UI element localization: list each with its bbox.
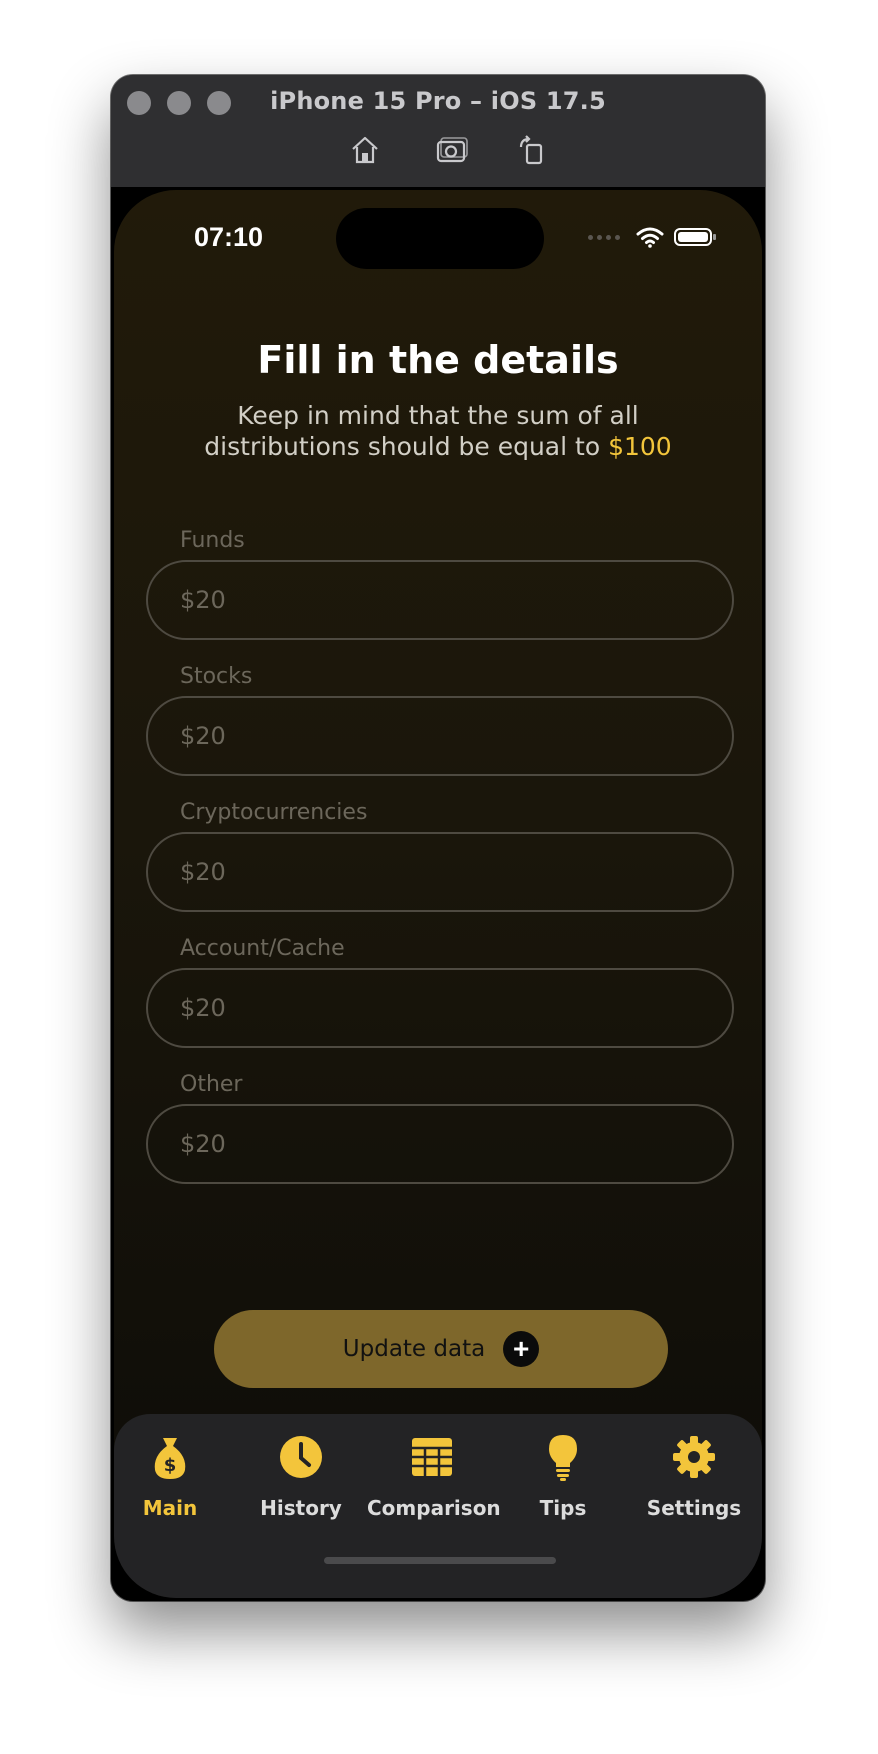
rotate-icon[interactable] <box>515 133 549 167</box>
other-input[interactable] <box>146 1104 734 1184</box>
phone-screen: 07:10 Fill in the details Keep in mind t… <box>114 190 762 1598</box>
stocks-input[interactable] <box>146 696 734 776</box>
simulator-title: iPhone 15 Pro – iOS 17.5 <box>270 87 606 115</box>
subtitle-text: Keep in mind that the sum of all distrib… <box>204 401 639 461</box>
simulator-titlebar: iPhone 15 Pro – iOS 17.5 <box>111 75 765 187</box>
subtitle-amount: $100 <box>608 432 672 461</box>
tab-main-label: Main <box>142 1496 198 1520</box>
home-icon[interactable] <box>348 133 382 167</box>
page-title: Fill in the details <box>257 338 619 382</box>
stocks-label: Stocks <box>180 664 253 689</box>
cryptocurrencies-label: Cryptocurrencies <box>180 800 368 825</box>
money-bag-icon: $ <box>145 1432 195 1482</box>
tab-settings-label: Settings <box>646 1496 742 1520</box>
tab-history-label: History <box>260 1496 342 1520</box>
tab-tips-label: Tips <box>539 1496 587 1520</box>
svg-text:$: $ <box>164 1455 177 1476</box>
gear-icon <box>669 1432 719 1482</box>
funds-input[interactable] <box>146 560 734 640</box>
tab-main[interactable]: $ Main <box>114 1426 235 1520</box>
tab-history[interactable]: History <box>236 1426 366 1520</box>
status-time: 07:10 <box>194 222 264 252</box>
other-label: Other <box>180 1072 243 1097</box>
funds-label: Funds <box>180 528 245 553</box>
cellular-icon <box>588 234 620 240</box>
wifi-icon <box>636 227 664 248</box>
plus-icon: + <box>503 1331 540 1367</box>
status-icons <box>588 226 716 248</box>
update-data-button[interactable]: Update data + <box>214 1310 668 1388</box>
lightbulb-icon <box>538 1432 588 1482</box>
home-indicator <box>324 1557 556 1564</box>
clock-icon <box>276 1432 326 1482</box>
tab-settings[interactable]: Settings <box>629 1426 759 1520</box>
tab-bar: $ Main History Comparison Tips Settings <box>114 1414 762 1598</box>
page-subtitle: Keep in mind that the sum of all distrib… <box>174 400 702 462</box>
table-icon <box>407 1432 457 1482</box>
account-cache-input[interactable] <box>146 968 734 1048</box>
dynamic-island <box>336 208 544 269</box>
tab-comparison[interactable]: Comparison <box>367 1426 501 1520</box>
battery-icon <box>674 228 716 246</box>
tab-comparison-label: Comparison <box>367 1496 501 1520</box>
update-data-label: Update data <box>342 1336 486 1362</box>
cryptocurrencies-input[interactable] <box>146 832 734 912</box>
tab-tips[interactable]: Tips <box>498 1426 628 1520</box>
account-cache-label: Account/Cache <box>180 936 345 961</box>
simulator-window: iPhone 15 Pro – iOS 17.5 07:10 Fill in t… <box>111 75 765 1601</box>
screenshot-icon[interactable] <box>435 133 469 167</box>
